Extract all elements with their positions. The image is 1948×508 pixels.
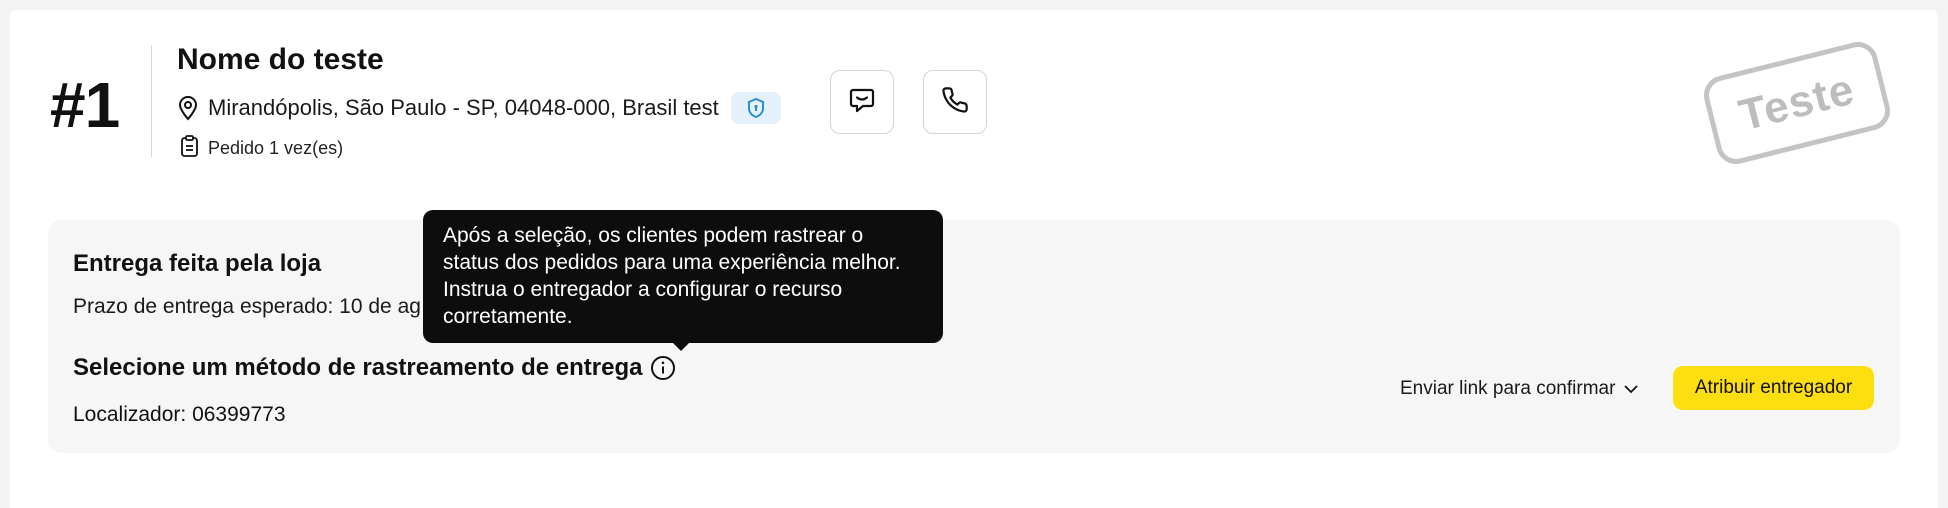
locator-code: Localizador: 06399773	[73, 403, 286, 426]
map-pin-icon	[177, 95, 199, 121]
chat-button[interactable]	[830, 70, 894, 134]
delivery-panel	[48, 220, 1900, 453]
tooltip-arrow	[672, 342, 690, 351]
tooltip: Após a seleção, os clientes podem rastre…	[423, 210, 943, 343]
order-count: Pedido 1 vez(es)	[208, 138, 344, 158]
tracking-method-label: Selecione um método de rastreamento de e…	[73, 354, 643, 381]
chat-bubble-icon	[848, 86, 876, 119]
delivery-title: Entrega feita pela loja	[73, 250, 322, 277]
delivery-deadline: Prazo de entrega esperado: 10 de ag	[73, 295, 421, 318]
info-icon[interactable]	[650, 355, 676, 381]
verified-badge[interactable]	[730, 92, 781, 124]
tracking-method-heading: Selecione um método de rastreamento de e…	[73, 352, 676, 384]
chevron-down-icon	[1615, 378, 1639, 400]
call-button[interactable]	[923, 70, 987, 134]
divider	[151, 45, 152, 157]
shield-icon	[746, 97, 766, 119]
customer-name: Nome do teste	[177, 43, 384, 76]
order-number: #1	[50, 69, 120, 141]
send-confirm-link-dropdown[interactable]: Enviar link para confirmar	[1400, 374, 1639, 404]
phone-icon	[941, 86, 969, 119]
customer-address: Mirandópolis, São Paulo - SP, 04048-000,…	[208, 95, 719, 120]
address-row: Mirandópolis, São Paulo - SP, 04048-000,…	[177, 92, 781, 124]
order-count-row: Pedido 1 vez(es)	[180, 135, 343, 162]
assign-courier-button[interactable]: Atribuir entregador	[1673, 366, 1874, 410]
send-link-label: Enviar link para confirmar	[1400, 378, 1616, 399]
clipboard-icon	[180, 135, 199, 162]
